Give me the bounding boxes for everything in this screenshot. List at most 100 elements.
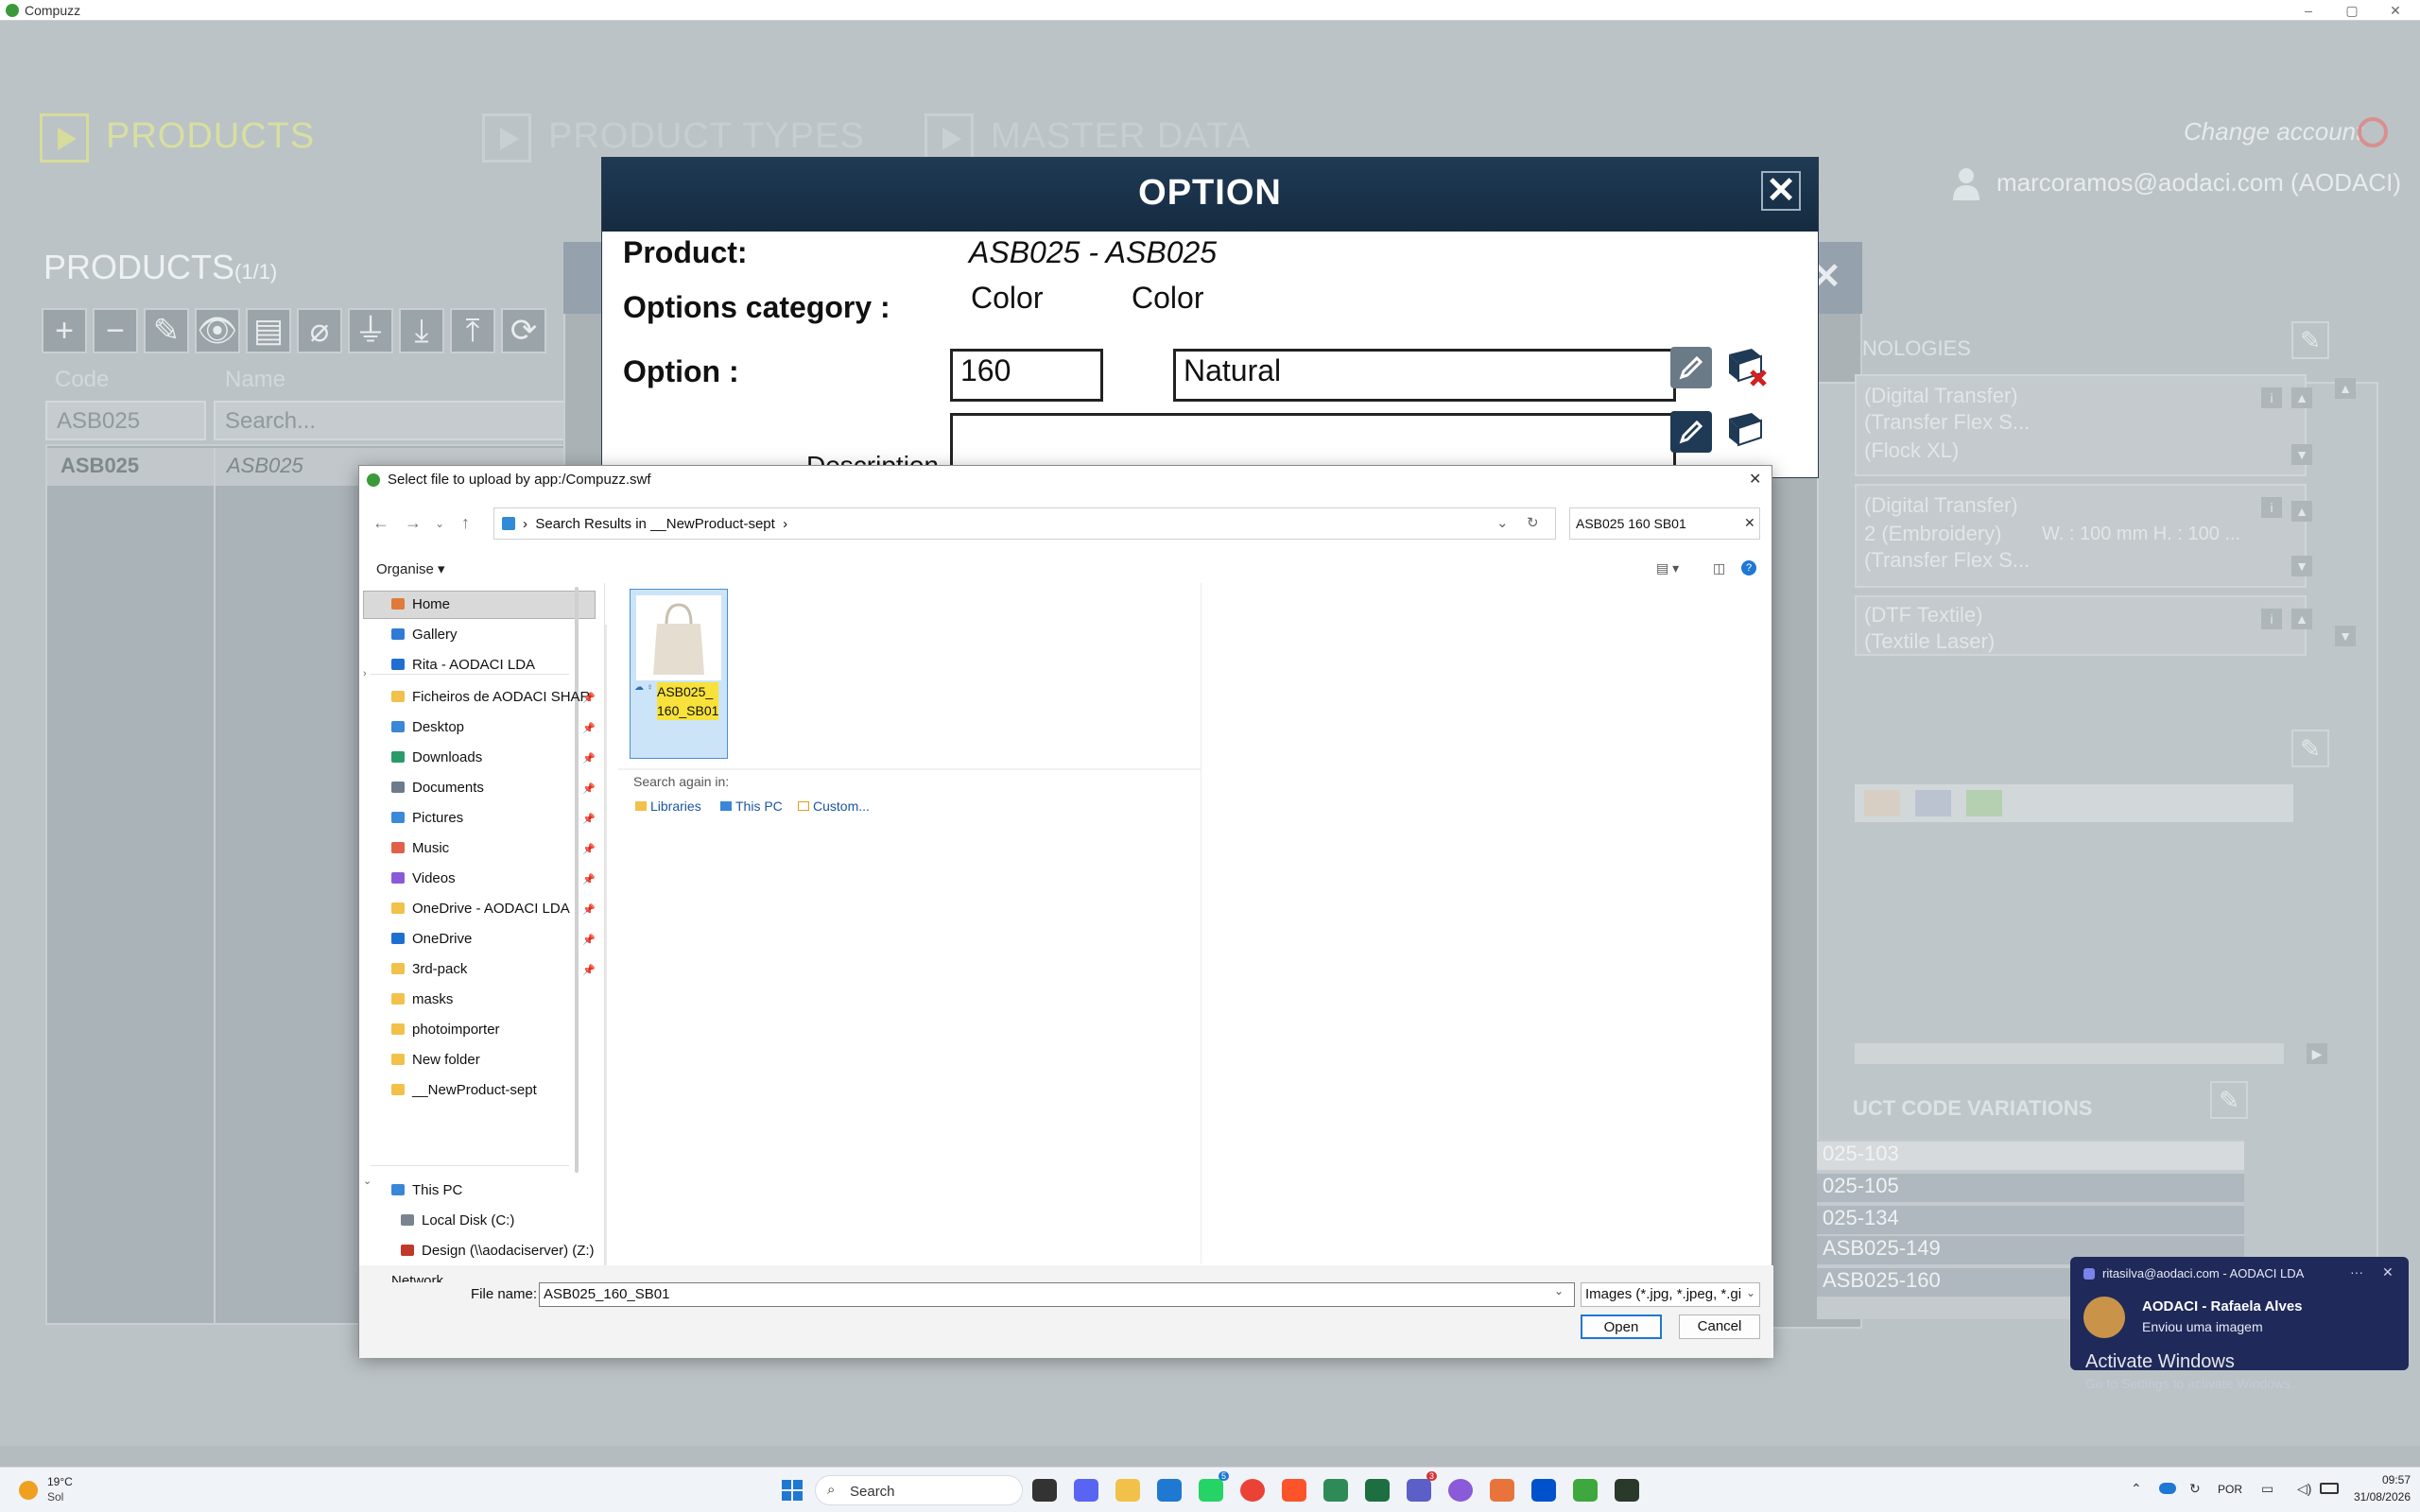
minimize-button[interactable]: – [2288, 0, 2329, 21]
search-location-custom[interactable]: Custom... [798, 799, 870, 814]
edit-technologies-button[interactable]: ✎ [2291, 321, 2329, 359]
option-name-input[interactable]: Natural [1173, 349, 1676, 402]
outlook-icon[interactable] [1157, 1479, 1182, 1502]
upload-button[interactable]: ⤒ [450, 308, 495, 353]
nav-item-3rd-pack[interactable]: 3rd-pack [391, 955, 467, 984]
edit-description-button[interactable] [1670, 411, 1712, 453]
nav-item-home[interactable]: Home [391, 591, 450, 619]
down-arrow-icon[interactable]: ▼ [2291, 556, 2312, 576]
edit-colors-button[interactable]: ✎ [2291, 730, 2329, 767]
tab-products[interactable]: PRODUCTS [40, 113, 315, 170]
organise-menu[interactable]: Organise ▾ [376, 560, 445, 577]
compuzz-icon[interactable] [1323, 1479, 1348, 1502]
close-icon[interactable]: ✕ [1761, 171, 1801, 211]
scroll-down-icon[interactable]: ▼ [2335, 626, 2356, 646]
horizontal-scrollbar[interactable] [1855, 1043, 2284, 1064]
close-icon[interactable]: ✕ [1749, 470, 1761, 489]
expand-chevron-icon[interactable]: › [363, 668, 367, 679]
maximize-button[interactable]: ▢ [2331, 0, 2373, 21]
nav-item-documents[interactable]: Documents [391, 774, 484, 802]
dictionary-button[interactable] [1723, 409, 1771, 453]
nav-item-masks[interactable]: masks [391, 986, 453, 1014]
close-icon[interactable]: ✕ [2382, 1264, 2394, 1280]
discord-icon[interactable] [1074, 1479, 1098, 1502]
search-location-this-pc[interactable]: This PC [720, 799, 783, 814]
nav-item-photoimporter[interactable]: photoimporter [391, 1016, 500, 1044]
whatsapp-icon[interactable]: 5 [1199, 1471, 1229, 1502]
up-arrow-icon[interactable]: ▲ [2291, 387, 2312, 408]
info-icon[interactable]: i [2261, 609, 2282, 629]
edit-button[interactable]: ✎ [144, 308, 189, 353]
scroll-right-icon[interactable]: ▶ [2307, 1043, 2327, 1064]
volume-icon[interactable]: ◁) [2297, 1481, 2311, 1497]
excel-icon[interactable] [1365, 1479, 1390, 1502]
view-options-icon[interactable]: ▤ ▾ [1656, 560, 1679, 576]
color-swatch[interactable] [1915, 790, 1951, 816]
preview-pane-icon[interactable]: ◫ [1713, 560, 1725, 576]
onedrive-icon[interactable] [2159, 1483, 2176, 1494]
list-item[interactable]: 025-103 [1817, 1142, 2244, 1170]
file-explorer-icon[interactable] [1115, 1479, 1140, 1502]
nav-item-this-pc[interactable]: This PC [391, 1177, 462, 1205]
color-swatch[interactable] [1864, 790, 1900, 816]
attach-button[interactable]: ⌀ [297, 308, 342, 353]
option-code-input[interactable]: 160 [950, 349, 1103, 402]
back-arrow-icon[interactable]: ← [372, 513, 389, 533]
more-options-icon[interactable]: ··· [2350, 1264, 2363, 1280]
col-header-code[interactable]: Code [55, 367, 109, 393]
info-icon[interactable]: i [2261, 387, 2282, 408]
close-window-button[interactable]: ✕ [2375, 0, 2416, 21]
trello-icon[interactable] [1531, 1479, 1556, 1502]
address-dropdown-icon[interactable]: ⌄ [1496, 514, 1509, 531]
clock-date[interactable]: 31/08/2026 [2342, 1490, 2411, 1503]
list-item[interactable]: 025-134 [1817, 1206, 2244, 1234]
sync-icon[interactable]: ↻ [2189, 1481, 2201, 1497]
nav-item-pictures[interactable]: Pictures [391, 804, 463, 833]
nav-item-new-folder[interactable]: New folder [391, 1046, 480, 1074]
nav-item-gallery[interactable]: Gallery [391, 621, 458, 649]
collapse-chevron-icon[interactable]: ⌄ [363, 1175, 372, 1187]
chevron-up-icon[interactable]: ⌃ [2131, 1481, 2142, 1497]
taskbar-search[interactable]: ⌕ Search [815, 1475, 1023, 1505]
nav-item-rita-aodaci-lda[interactable]: Rita - AODACI LDA [391, 651, 535, 679]
file-name-dropdown-icon[interactable]: ⌄ [1554, 1284, 1564, 1297]
scroll-up-icon[interactable]: ▲ [2335, 378, 2356, 399]
cancel-button[interactable]: Cancel [1679, 1314, 1760, 1339]
task-view-icon[interactable] [1032, 1479, 1057, 1502]
edit-variations-button[interactable]: ✎ [2210, 1081, 2248, 1119]
dictionary-delete-button[interactable] [1723, 345, 1771, 388]
notepad-icon[interactable] [1573, 1479, 1598, 1502]
nav-item-design-aodaciserver-z[interactable]: Design (\\aodaciserver) (Z:) [401, 1237, 595, 1265]
download-button[interactable]: ⤓ [399, 308, 444, 353]
help-icon[interactable]: ? [1741, 560, 1756, 576]
list-item[interactable]: 025-105 [1817, 1174, 2244, 1202]
forward-arrow-icon[interactable]: → [405, 513, 422, 533]
filter-button[interactable]: ⏚ [348, 308, 393, 353]
nav-item-newproduct-sept[interactable]: __NewProduct-sept [391, 1076, 537, 1105]
filter-code-input[interactable]: ASB025 [45, 401, 206, 440]
file-thumbnail-item[interactable]: ☁ ♀ ASB025_ 160_SB01 [630, 589, 728, 759]
app-icon[interactable] [1448, 1479, 1473, 1502]
nav-item-music[interactable]: Music [391, 834, 449, 863]
clear-search-icon[interactable]: ✕ [1744, 515, 1755, 531]
nav-item-onedrive[interactable]: OneDrive [391, 925, 472, 954]
up-arrow-icon[interactable]: ▲ [2291, 609, 2312, 629]
up-arrow-icon[interactable]: ▲ [2291, 501, 2312, 522]
color-swatch[interactable] [1966, 790, 2002, 816]
remove-button[interactable]: − [93, 308, 138, 353]
brave-icon[interactable] [1282, 1479, 1306, 1502]
file-type-select[interactable]: Images (*.jpg, *.jpeg, *.gi ⌄ [1581, 1282, 1760, 1307]
refresh-button[interactable]: ⟳ [501, 308, 546, 353]
nav-item-local-disk-c[interactable]: Local Disk (C:) [401, 1207, 514, 1235]
filter-name-input[interactable]: Search... [214, 401, 573, 440]
col-header-name[interactable]: Name [225, 367, 285, 393]
down-arrow-icon[interactable]: ▼ [2291, 444, 2312, 465]
nav-item-ficheiros-de-aodaci-shar[interactable]: Ficheiros de AODACI SHAR [391, 683, 590, 712]
nav-item-onedrive-aodaci-lda[interactable]: OneDrive - AODACI LDA [391, 895, 570, 923]
search-location-libraries[interactable]: Libraries [635, 799, 701, 814]
search-input[interactable]: ASB025 160 SB01 ✕ [1569, 507, 1760, 540]
file-name-input[interactable]: ASB025_160_SB01 [539, 1282, 1575, 1307]
refresh-icon[interactable]: ↻ [1527, 514, 1539, 531]
document-button[interactable]: ▤ [246, 308, 291, 353]
language-indicator[interactable]: POR [2218, 1483, 2242, 1496]
